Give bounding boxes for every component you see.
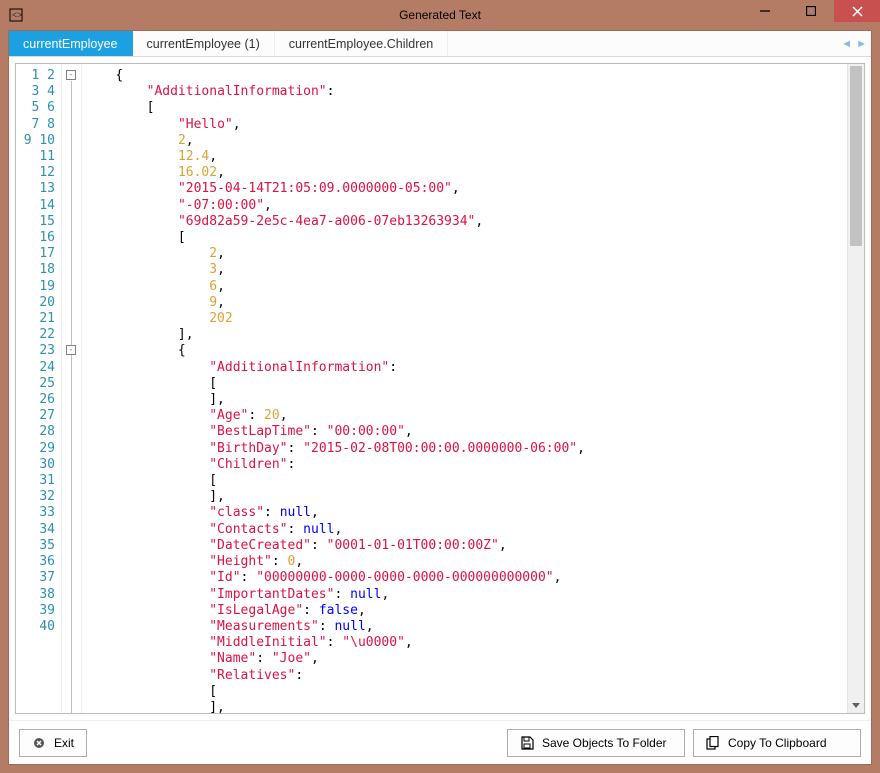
- fold-toggle-icon[interactable]: -: [66, 345, 76, 355]
- tab-bar: currentEmployee currentEmployee (1) curr…: [9, 31, 871, 57]
- tab-currentemployee[interactable]: currentEmployee: [9, 31, 133, 56]
- svg-text:<>: <>: [12, 10, 22, 20]
- tab-currentemployee-children[interactable]: currentEmployee.Children: [275, 31, 449, 56]
- save-objects-button[interactable]: Save Objects To Folder: [507, 729, 685, 757]
- tab-label: currentEmployee (1): [147, 37, 260, 51]
- exit-button[interactable]: Exit: [19, 729, 87, 757]
- fold-column[interactable]: --: [62, 64, 82, 713]
- fold-toggle-icon[interactable]: -: [66, 70, 76, 80]
- maximize-button[interactable]: [788, 0, 834, 22]
- code-content[interactable]: { "AdditionalInformation": [ "Hello", 2,…: [82, 64, 847, 713]
- tab-scroll-right[interactable]: ►: [856, 38, 867, 50]
- scrollbar-down-icon[interactable]: [848, 696, 864, 713]
- tab-currentemployee-1[interactable]: currentEmployee (1): [133, 31, 275, 56]
- close-button[interactable]: [834, 0, 880, 22]
- save-icon: [520, 736, 534, 750]
- exit-icon: [32, 736, 46, 750]
- app-icon: <>: [8, 7, 24, 23]
- vertical-scrollbar[interactable]: [847, 64, 864, 713]
- fold-guide-line: [71, 81, 72, 714]
- minimize-button[interactable]: [742, 0, 788, 22]
- tab-label: currentEmployee: [23, 37, 118, 51]
- copy-icon: [706, 736, 720, 750]
- footer-toolbar: Exit Save Objects To Folder Copy To Clip…: [9, 720, 871, 764]
- titlebar[interactable]: <> Generated Text: [0, 0, 880, 30]
- button-label: Copy To Clipboard: [728, 736, 827, 750]
- code-editor[interactable]: 1 2 3 4 5 6 7 8 9 10 11 12 13 14 15 16 1…: [15, 63, 865, 714]
- tab-label: currentEmployee.Children: [289, 37, 434, 51]
- copy-clipboard-button[interactable]: Copy To Clipboard: [693, 729, 861, 757]
- button-label: Save Objects To Folder: [542, 736, 667, 750]
- button-label: Exit: [54, 736, 74, 750]
- tab-scroll-left[interactable]: ◄: [841, 38, 852, 50]
- scrollbar-thumb[interactable]: [850, 66, 862, 246]
- line-number-gutter: 1 2 3 4 5 6 7 8 9 10 11 12 13 14 15 16 1…: [16, 64, 62, 713]
- client-area: currentEmployee currentEmployee (1) curr…: [8, 30, 872, 765]
